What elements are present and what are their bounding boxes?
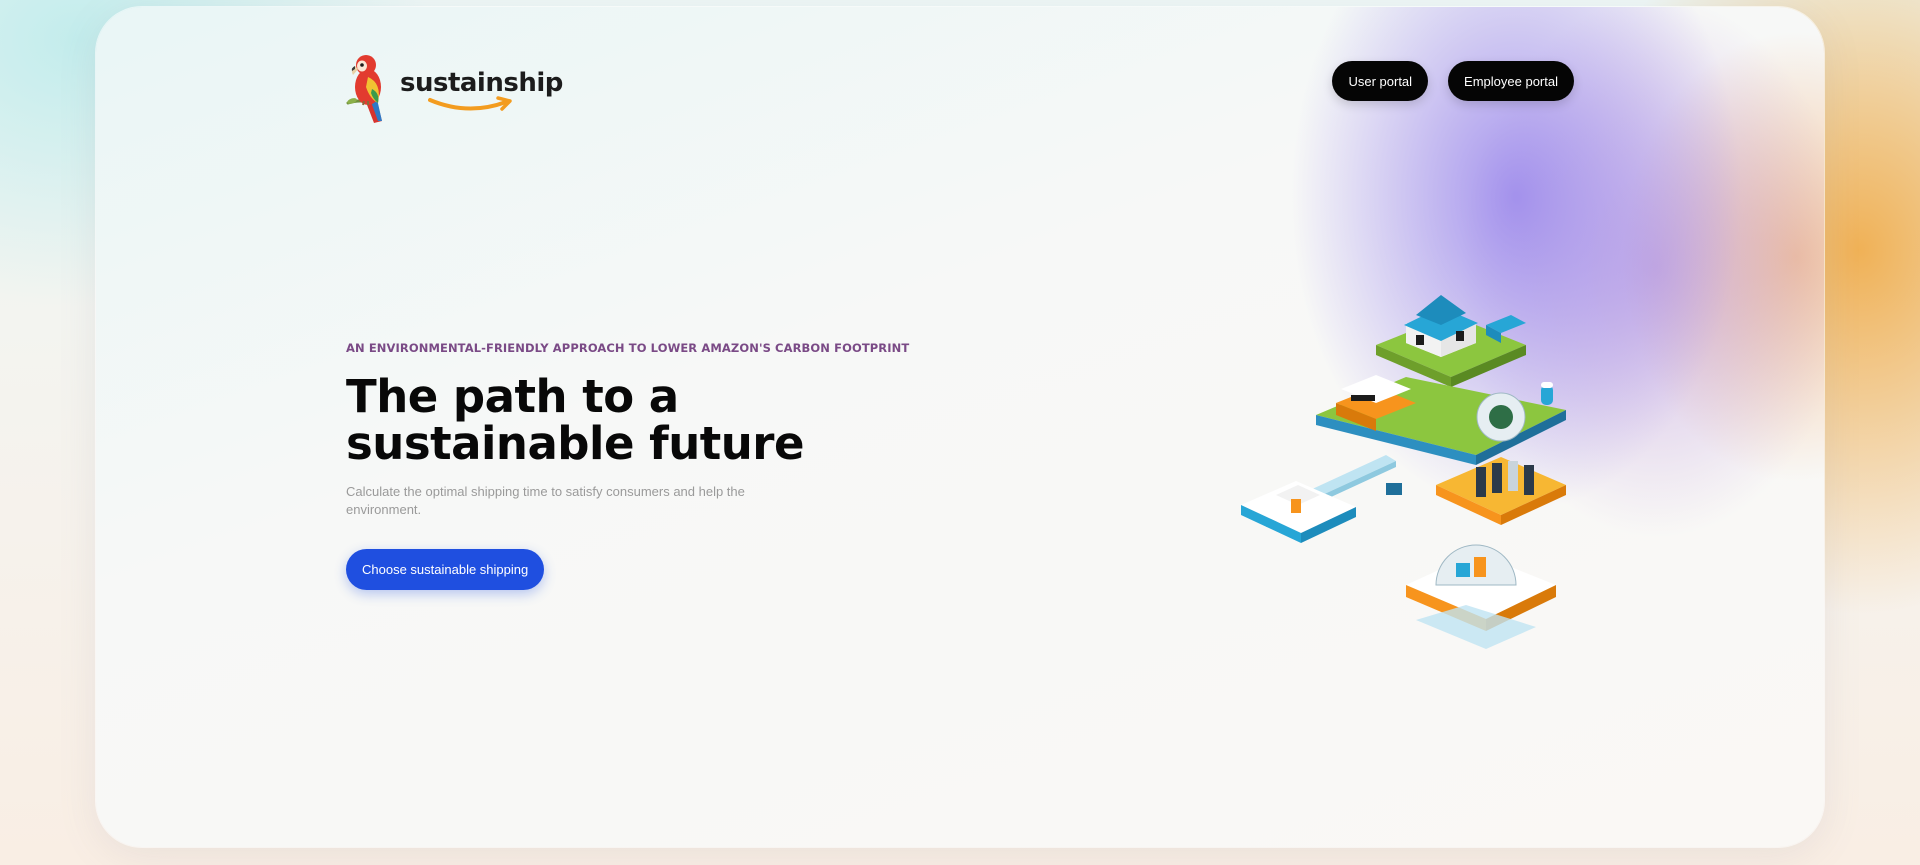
hero-eyebrow: AN ENVIRONMENTAL-FRIENDLY APPROACH TO LO…: [346, 341, 910, 355]
isometric-city-illustration: [1241, 295, 1566, 649]
hero-title: The path to a sustainable future: [346, 370, 805, 470]
header-nav: User portal Employee portal: [1332, 61, 1574, 101]
logo-wordmark: sustainship: [400, 68, 563, 111]
house-platform: [1376, 295, 1526, 387]
user-portal-button[interactable]: User portal: [1332, 61, 1429, 101]
storage-right: [1436, 457, 1566, 525]
dome-platform: [1406, 544, 1556, 649]
choose-sustainable-shipping-button[interactable]: Choose sustainable shipping: [346, 549, 545, 590]
parrot-icon: [346, 55, 382, 123]
hero-section: AN ENVIRONMENTAL-FRIENDLY APPROACH TO LO…: [346, 341, 946, 590]
page-window: sustainship User portal Employee portal …: [96, 7, 1824, 847]
hero-subtitle: Calculate the optimal shipping time to s…: [346, 484, 745, 517]
employee-portal-button[interactable]: Employee portal: [1448, 61, 1574, 101]
warehouse-platform: [1316, 375, 1566, 465]
logo[interactable]: sustainship: [346, 53, 563, 125]
smile-arrow-icon: [428, 96, 512, 111]
